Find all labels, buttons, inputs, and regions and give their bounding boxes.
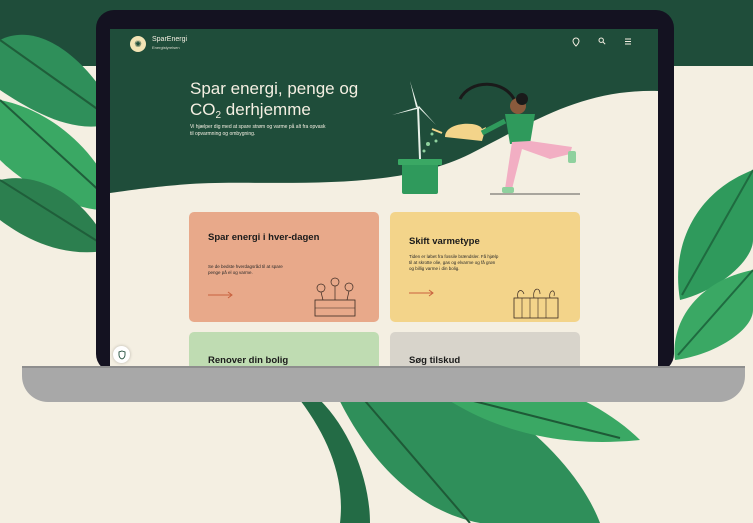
location-pin-icon[interactable] [570, 37, 582, 49]
card-renovate[interactable]: Renover din bolig [189, 332, 379, 368]
arrow-right-icon[interactable] [208, 291, 234, 299]
logo-icon[interactable]: ✺ [130, 36, 146, 52]
hero-lead: Vi hjælper dig med at spare strøm og var… [190, 124, 326, 137]
shield-icon [118, 350, 125, 359]
hero-title-line1: Spar energi, penge og [190, 79, 359, 98]
hero-title-rest: derhjemme [221, 100, 311, 119]
card-change-heating[interactable]: Skift varmetype Tiden er løbet fra fossi… [390, 212, 580, 322]
brand[interactable]: SparEnergi Energistyrelsen [152, 36, 187, 52]
brand-name: SparEnergi [152, 36, 188, 43]
hero-section: ✺ SparEnergi Energistyrelsen Spar energi… [110, 29, 658, 224]
hero-title-co: CO [190, 100, 216, 119]
flower-box-icon [314, 277, 356, 317]
laptop-base [22, 368, 745, 402]
scene: ✺ SparEnergi Energistyrelsen Spar energi… [0, 0, 753, 523]
card-text: Tiden er løbet fra fossile brændsler. Få… [409, 254, 499, 271]
arrow-right-icon[interactable] [409, 289, 435, 297]
card-text: Se de bedste hverdagsråd til at spare pe… [208, 264, 283, 275]
laptop-screen: ✺ SparEnergi Energistyrelsen Spar energi… [110, 29, 658, 368]
menu-icon[interactable] [622, 37, 634, 49]
brand-subtitle: Energistyrelsen [152, 45, 180, 50]
radiator-plant-icon [513, 288, 559, 319]
card-grants[interactable]: Søg tilskud [390, 332, 580, 368]
privacy-shield-button[interactable] [113, 346, 130, 363]
card-title: Spar energi i hver-dagen [208, 232, 320, 243]
hero-title: Spar energi, penge og CO2 derhjemme [190, 78, 380, 121]
card-save-energy[interactable]: Spar energi i hver-dagen Se de bedste hv… [189, 212, 379, 322]
search-icon[interactable] [596, 37, 608, 49]
card-title: Skift varmetype [409, 236, 480, 247]
